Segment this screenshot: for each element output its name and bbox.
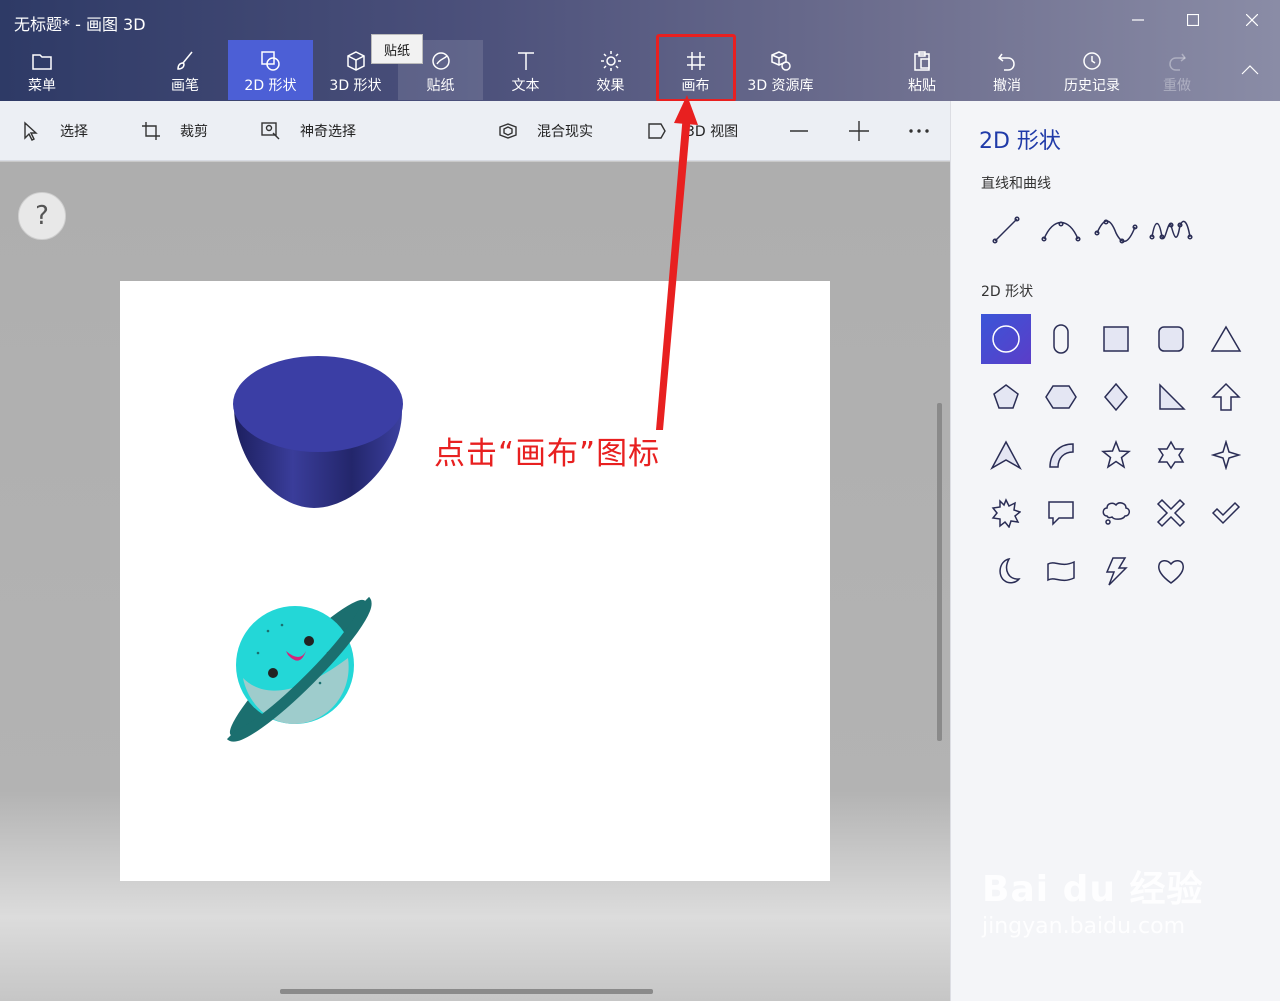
minimize-icon [1132, 19, 1144, 21]
crop-icon [140, 120, 162, 142]
baidu-jingyan-watermark: Bai du 经验 jingyan.baidu.com [982, 869, 1204, 939]
title-bar: 无标题* - 画图 3D [0, 0, 1280, 40]
maximize-icon [1187, 14, 1199, 26]
quarter-circle-icon[interactable] [1036, 430, 1086, 480]
rounded-square-icon[interactable] [1146, 314, 1196, 364]
pill-icon[interactable] [1036, 314, 1086, 364]
heart-icon[interactable] [1146, 546, 1196, 596]
mixed-reality-button[interactable]: 混合现实 [497, 101, 593, 161]
3d-cube-icon [344, 49, 368, 73]
close-window-button[interactable] [1232, 6, 1272, 34]
sun-effects-icon [599, 49, 623, 73]
history-icon [1080, 49, 1104, 73]
three-point-curve-icon[interactable] [1146, 205, 1196, 255]
star6-icon[interactable] [1146, 430, 1196, 480]
shapes-section-title: 2D 形状 [981, 284, 1034, 300]
canvas-tool-highlight [656, 34, 736, 102]
zoom-out-button[interactable] [788, 101, 828, 161]
tool-text[interactable]: 文本 [483, 40, 568, 100]
curve-icon[interactable] [1036, 205, 1086, 255]
maximize-button[interactable] [1173, 6, 1213, 34]
2d-shapes-icon [259, 49, 283, 73]
help-button[interactable]: ? [18, 192, 66, 240]
folder-icon [30, 49, 54, 73]
lightning-icon[interactable] [1091, 546, 1141, 596]
more-options-button[interactable] [908, 101, 948, 161]
star5-icon[interactable] [1091, 430, 1141, 480]
3d-library-icon [769, 49, 793, 73]
minus-icon [788, 120, 810, 142]
collapse-ribbon-button[interactable] [1230, 56, 1270, 84]
right-triangle-icon[interactable] [1146, 372, 1196, 422]
window-title: 无标题* - 画图 3D [14, 15, 146, 34]
zoom-in-button[interactable] [848, 101, 888, 161]
close-icon [1246, 14, 1258, 26]
check-icon[interactable] [1201, 488, 1251, 538]
top-ribbon: 无标题* - 画图 3D 菜单 画笔 2D 形状 3D 形状 贴纸 文本 效果 … [0, 0, 1280, 101]
hexagon-icon[interactable] [1036, 372, 1086, 422]
text-icon [514, 49, 538, 73]
mixed-reality-icon [497, 120, 519, 142]
two-point-curve-icon[interactable] [1091, 205, 1141, 255]
tool-effects[interactable]: 效果 [568, 40, 653, 100]
magic-select-icon [260, 120, 282, 142]
thought-bubble-icon[interactable] [1091, 488, 1141, 538]
burst-icon[interactable] [981, 488, 1031, 538]
arrowhead-icon[interactable] [981, 430, 1031, 480]
speech-bubble-icon[interactable] [1036, 488, 1086, 538]
crop-button[interactable]: 裁剪 [140, 101, 208, 161]
stickers-tooltip: 贴纸 [371, 34, 423, 64]
cross-icon[interactable] [1146, 488, 1196, 538]
undo-icon [995, 49, 1019, 73]
banner-icon[interactable] [1036, 546, 1086, 596]
sub-toolbar: 选择 裁剪 神奇选择 混合现实 3D 视图 [0, 101, 950, 161]
drawing-canvas[interactable] [120, 281, 830, 881]
lines-section-title: 直线和曲线 [981, 176, 1051, 192]
sticker-icon [429, 49, 453, 73]
plus-icon [848, 120, 870, 142]
select-button[interactable]: 选择 [20, 101, 88, 161]
redo-icon [1165, 49, 1189, 73]
paste-icon [910, 49, 934, 73]
undo-button[interactable]: 撤消 [967, 40, 1047, 100]
chevron-up-icon [1241, 65, 1259, 75]
cursor-icon [20, 120, 42, 142]
instruction-annotation: 点击“画布”图标 [434, 436, 661, 472]
redo-button[interactable]: 重做 [1137, 40, 1217, 100]
brush-icon [173, 49, 197, 73]
3d-bowl-object[interactable] [230, 351, 410, 511]
tool-3d-library[interactable]: 3D 资源库 [738, 40, 823, 100]
minimize-button[interactable] [1118, 6, 1158, 34]
star4-icon[interactable] [1201, 430, 1251, 480]
vertical-scrollbar[interactable] [937, 403, 942, 741]
arrow-up-icon[interactable] [1201, 372, 1251, 422]
history-button[interactable]: 历史记录 [1052, 40, 1132, 100]
paste-button[interactable]: 粘贴 [882, 40, 962, 100]
square-icon[interactable] [1091, 314, 1141, 364]
tool-2d-shapes[interactable]: 2D 形状 [228, 40, 313, 100]
tool-brushes[interactable]: 画笔 [145, 40, 225, 100]
pentagon-icon[interactable] [981, 372, 1031, 422]
circle-icon[interactable] [981, 314, 1031, 364]
moon-icon[interactable] [981, 546, 1031, 596]
horizontal-scrollbar[interactable] [280, 989, 653, 994]
triangle-icon[interactable] [1201, 314, 1251, 364]
menu-button[interactable]: 菜单 [12, 40, 72, 100]
annotation-arrow [656, 95, 698, 430]
diamond-icon[interactable] [1091, 372, 1141, 422]
more-icon [908, 120, 930, 142]
line-icon[interactable] [981, 205, 1031, 255]
planet-sticker[interactable] [208, 573, 388, 763]
panel-title: 2D 形状 [979, 129, 1061, 154]
magic-select-button[interactable]: 神奇选择 [260, 101, 356, 161]
